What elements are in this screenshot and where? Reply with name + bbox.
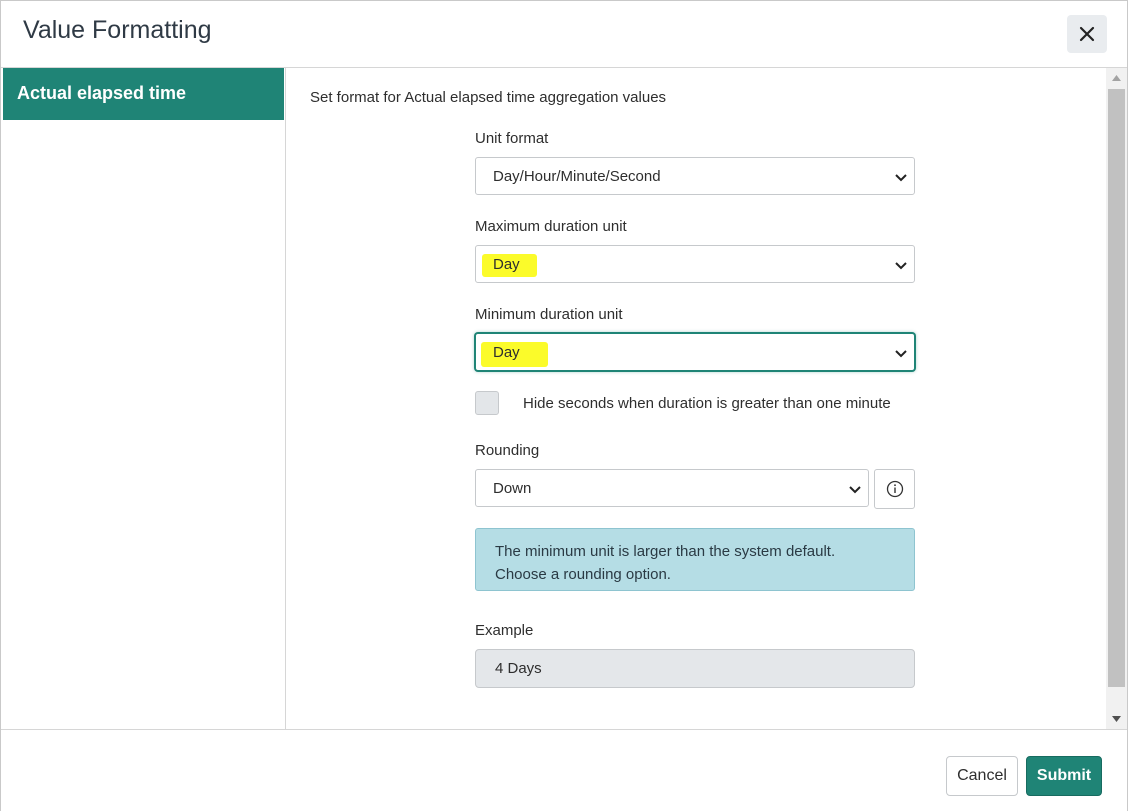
rounding-label: Rounding <box>475 442 540 459</box>
min-duration-unit-label: Minimum duration unit <box>475 306 623 323</box>
chevron-down-icon <box>895 350 907 358</box>
scrollbar[interactable] <box>1106 68 1127 729</box>
close-icon <box>1079 26 1095 42</box>
unit-format-select[interactable]: Day/Hour/Minute/Second <box>475 157 915 195</box>
settings-panel: Set format for Actual elapsed time aggre… <box>286 68 1105 729</box>
modal-header: Value Formatting <box>1 1 1127 68</box>
scrollbar-thumb[interactable] <box>1108 89 1125 687</box>
submit-button[interactable]: Submit <box>1026 756 1102 796</box>
min-duration-unit-value: Day <box>493 344 520 361</box>
triangle-up-icon <box>1112 75 1121 81</box>
sidebar-item-label: Actual elapsed time <box>17 83 187 103</box>
scroll-down-arrow[interactable] <box>1106 709 1127 729</box>
unit-format-value: Day/Hour/Minute/Second <box>493 168 661 185</box>
alert-line-1: The minimum unit is larger than the syst… <box>495 543 836 560</box>
chevron-down-icon <box>895 174 907 182</box>
chevron-down-icon <box>895 262 907 270</box>
modal-footer: Cancel Submit <box>1 729 1127 812</box>
rounding-info-button[interactable] <box>874 469 915 509</box>
triangle-down-icon <box>1112 716 1121 722</box>
example-label: Example <box>475 622 534 639</box>
max-duration-unit-value: Day <box>493 256 520 273</box>
hide-seconds-label: Hide seconds when duration is greater th… <box>523 395 891 412</box>
max-duration-unit-label: Maximum duration unit <box>475 218 627 235</box>
max-duration-unit-select[interactable]: Day <box>475 245 915 283</box>
rounding-value: Down <box>493 480 532 497</box>
unit-format-label: Unit format <box>475 130 549 147</box>
sidebar-item-actual-elapsed-time[interactable]: Actual elapsed time <box>3 68 284 120</box>
chevron-down-icon <box>849 486 861 494</box>
panel-description: Set format for Actual elapsed time aggre… <box>310 89 667 106</box>
example-output: 4 Days <box>475 649 915 688</box>
value-formatting-modal: Value Formatting Actual elapsed time Set… <box>0 0 1128 812</box>
min-duration-unit-select[interactable]: Day <box>475 333 915 371</box>
rounding-alert: The minimum unit is larger than the syst… <box>475 528 915 591</box>
alert-line-2: Choose a rounding option. <box>495 566 671 583</box>
close-button[interactable] <box>1067 15 1107 53</box>
cancel-button[interactable]: Cancel <box>946 756 1018 796</box>
rounding-select[interactable]: Down <box>475 469 869 507</box>
hide-seconds-checkbox[interactable] <box>475 391 499 415</box>
info-icon <box>886 480 903 498</box>
scroll-up-arrow[interactable] <box>1106 68 1127 88</box>
sidebar: Actual elapsed time <box>3 68 286 729</box>
modal-title: Value Formatting <box>23 16 212 44</box>
